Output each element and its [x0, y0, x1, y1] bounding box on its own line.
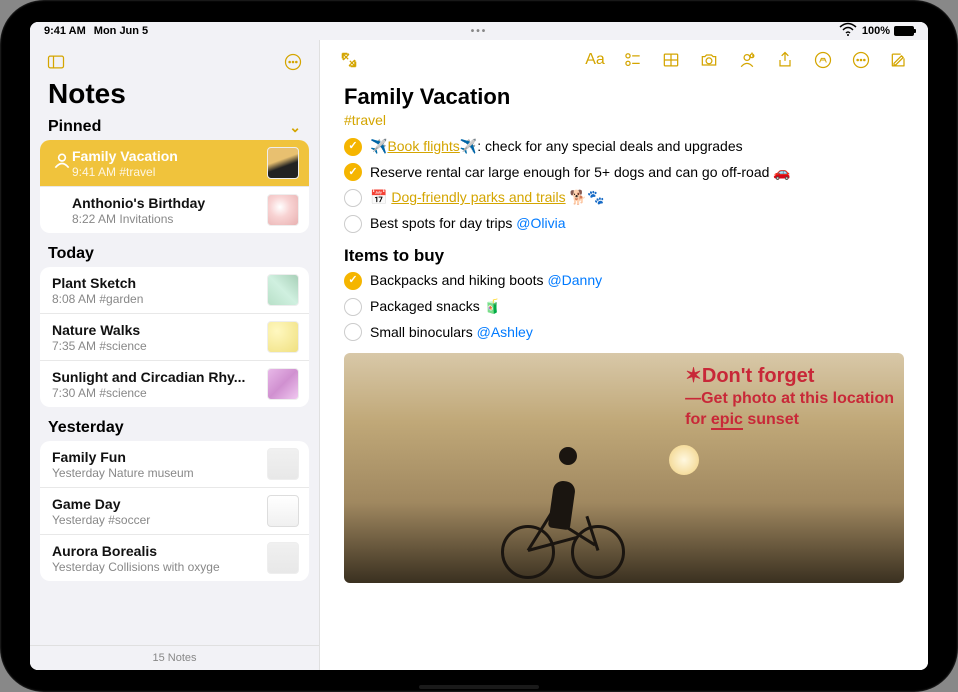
note-list-item[interactable]: Aurora Borealis Yesterday Collisions wit…: [40, 535, 309, 581]
status-bar: 9:41 AM Mon Jun 5 ••• 100%: [30, 22, 928, 40]
camera-button[interactable]: [692, 46, 726, 74]
handwriting-annotation: ✶Don't forget —Get photo at this locatio…: [685, 363, 894, 431]
inline-link[interactable]: Book flights: [387, 138, 459, 154]
checklist-item[interactable]: Packaged snacks 🧃: [344, 294, 904, 320]
mention[interactable]: @Ashley: [477, 324, 533, 340]
checkbox[interactable]: [344, 163, 362, 181]
note-thumbnail: [267, 542, 299, 574]
checklist-text: 📅 Dog-friendly parks and trails 🐕🐾: [370, 188, 604, 208]
checkbox[interactable]: [344, 189, 362, 207]
checklist-item[interactable]: 📅 Dog-friendly parks and trails 🐕🐾: [344, 185, 904, 211]
note-item-meta: 8:22 AM Invitations: [72, 212, 259, 226]
note-item-title: Anthonio's Birthday: [72, 195, 259, 211]
battery-percent: 100%: [862, 25, 890, 37]
collaborate-button[interactable]: [730, 46, 764, 74]
subheading[interactable]: Items to buy: [344, 246, 904, 266]
toggle-sidebar-button[interactable]: [44, 50, 68, 74]
note-item-title: Family Vacation: [72, 148, 259, 164]
note-thumbnail: [267, 321, 299, 353]
checklist-text: Packaged snacks 🧃: [370, 297, 501, 317]
note-list-item[interactable]: Plant Sketch 8:08 AM #garden: [40, 267, 309, 314]
note-item-meta: Yesterday Collisions with oxyge: [52, 560, 259, 574]
sidebar-title: Notes: [30, 78, 319, 114]
checklist-item[interactable]: Backpacks and hiking boots @Danny: [344, 268, 904, 294]
mention[interactable]: @Olivia: [516, 215, 565, 231]
checklist-text: Reserve rental car large enough for 5+ d…: [370, 163, 791, 183]
attached-image[interactable]: ✶Don't forget —Get photo at this locatio…: [344, 353, 904, 583]
multitask-dots[interactable]: •••: [471, 26, 488, 37]
note-thumbnail: [267, 495, 299, 527]
inline-link[interactable]: Dog-friendly parks and trails: [391, 189, 565, 205]
notes-count: 15 Notes: [30, 645, 319, 670]
checklist-button[interactable]: [616, 46, 650, 74]
checkbox[interactable]: [344, 215, 362, 233]
note-tag[interactable]: #travel: [344, 112, 904, 128]
note-thumbnail: [267, 448, 299, 480]
text-format-button[interactable]: Aa: [578, 46, 612, 74]
checklist-text: Best spots for day trips @Olivia: [370, 214, 566, 234]
checklist-text: Backpacks and hiking boots @Danny: [370, 271, 602, 291]
note-list-item[interactable]: Game Day Yesterday #soccer: [40, 488, 309, 535]
note-item-meta: 7:30 AM #science: [52, 386, 259, 400]
chevron-down-icon: ⌄: [289, 119, 301, 136]
note-list-item[interactable]: Family Fun Yesterday Nature museum: [40, 441, 309, 488]
checklist-item[interactable]: Best spots for day trips @Olivia: [344, 211, 904, 237]
note-list-item[interactable]: Nature Walks 7:35 AM #science: [40, 314, 309, 361]
status-time: 9:41 AM: [44, 25, 86, 37]
note-thumbnail: [267, 194, 299, 226]
section-label: Pinned: [48, 118, 101, 136]
checklist-item[interactable]: ✈️Book flights✈️: check for any special …: [344, 134, 904, 160]
markup-button[interactable]: [806, 46, 840, 74]
note-item-title: Game Day: [52, 496, 259, 512]
section-header[interactable]: Today: [30, 235, 319, 265]
note-list-item[interactable]: Family Vacation 9:41 AM #travel: [40, 140, 309, 187]
section-label: Yesterday: [48, 419, 124, 437]
note-item-meta: Yesterday #soccer: [52, 513, 259, 527]
note-thumbnail: [267, 147, 299, 179]
checklist-text: ✈️Book flights✈️: check for any special …: [370, 137, 743, 157]
expand-icon[interactable]: [332, 46, 366, 74]
note-item-title: Nature Walks: [52, 322, 259, 338]
note-item-meta: Yesterday Nature museum: [52, 466, 259, 480]
note-item-meta: 7:35 AM #science: [52, 339, 259, 353]
status-date: Mon Jun 5: [94, 25, 148, 37]
sidebar-more-button[interactable]: [281, 50, 305, 74]
battery-icon: [894, 26, 914, 36]
checklist-item[interactable]: Small binoculars @Ashley: [344, 320, 904, 346]
note-list-item[interactable]: Anthonio's Birthday 8:22 AM Invitations: [40, 187, 309, 233]
share-button[interactable]: [768, 46, 802, 74]
section-header[interactable]: Pinned ⌄: [30, 114, 319, 138]
note-list-item[interactable]: Sunlight and Circadian Rhy... 7:30 AM #s…: [40, 361, 309, 407]
note-item-meta: 9:41 AM #travel: [72, 165, 259, 179]
shared-icon: [52, 151, 64, 176]
table-button[interactable]: [654, 46, 688, 74]
sidebar: Notes Pinned ⌄ Family Vacation 9:41 AM #t…: [30, 40, 320, 670]
note-body[interactable]: Family Vacation #travel ✈️Book flights✈️…: [320, 80, 928, 670]
checkbox[interactable]: [344, 298, 362, 316]
compose-button[interactable]: [882, 46, 916, 74]
note-item-meta: 8:08 AM #garden: [52, 292, 259, 306]
mention[interactable]: @Danny: [547, 272, 602, 288]
note-title[interactable]: Family Vacation: [344, 84, 904, 110]
note-thumbnail: [267, 274, 299, 306]
section-header[interactable]: Yesterday: [30, 409, 319, 439]
note-item-title: Family Fun: [52, 449, 259, 465]
checkbox[interactable]: [344, 138, 362, 156]
editor-pane: Aa Family Vacation #travel ✈️Book flight…: [320, 40, 928, 670]
note-thumbnail: [267, 368, 299, 400]
note-item-title: Plant Sketch: [52, 275, 259, 291]
note-item-title: Sunlight and Circadian Rhy...: [52, 369, 259, 385]
checkbox[interactable]: [344, 272, 362, 290]
checkbox[interactable]: [344, 323, 362, 341]
note-item-title: Aurora Borealis: [52, 543, 259, 559]
checklist-item[interactable]: Reserve rental car large enough for 5+ d…: [344, 160, 904, 186]
section-label: Today: [48, 245, 94, 263]
checklist-text: Small binoculars @Ashley: [370, 323, 533, 343]
editor-more-button[interactable]: [844, 46, 878, 74]
